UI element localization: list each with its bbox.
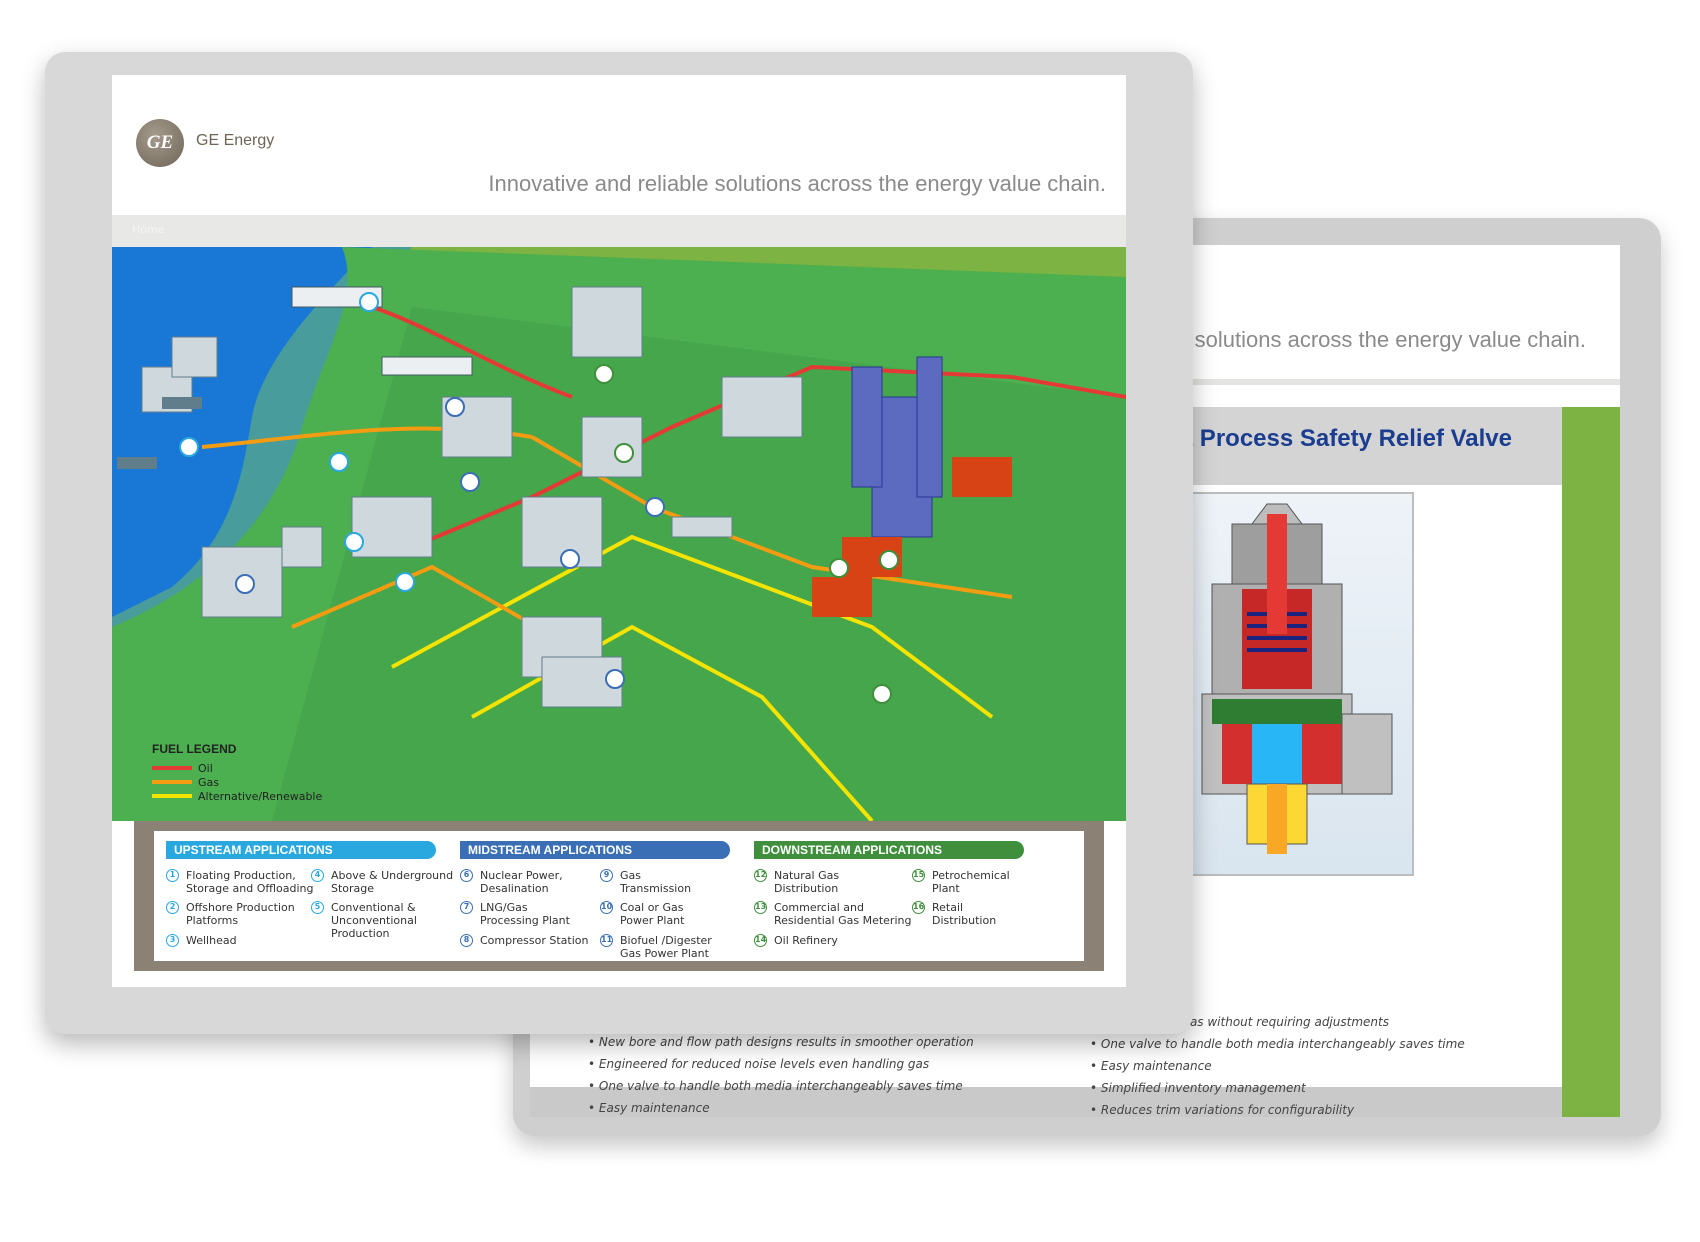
number-badge: 12	[754, 869, 767, 882]
list-item: • Easy maintenance	[588, 1101, 710, 1115]
number-badge: 2	[166, 901, 179, 914]
back-tagline: solutions across the energy value chain.	[1194, 327, 1586, 352]
fuel-legend: FUEL LEGEND Oil Gas Alternative/Renewabl…	[152, 742, 322, 803]
number-badge: 1	[166, 869, 179, 882]
number-badge: 13	[754, 901, 767, 914]
upstream-header: UPSTREAM APPLICATIONS	[166, 841, 436, 859]
number-badge: 15	[912, 869, 925, 882]
legend-label: Gas	[198, 775, 219, 789]
number-badge: 3	[166, 934, 179, 947]
legend-item-renewable: Alternative/Renewable	[152, 789, 322, 803]
gas-swatch	[152, 780, 192, 784]
upstream-column: UPSTREAM APPLICATIONS 1 Floating Product…	[166, 841, 453, 947]
number-badge: 11	[600, 934, 613, 947]
number-badge: 6	[460, 869, 473, 882]
app-label: Nuclear Power, Desalination	[480, 869, 563, 895]
list-item: • Easy maintenance	[1090, 1059, 1212, 1073]
breadcrumb: Home	[112, 215, 1126, 247]
app-label: Compressor Station	[480, 934, 589, 947]
breadcrumb-home-link[interactable]: Home	[132, 223, 164, 236]
downstream-header: DOWNSTREAM APPLICATIONS	[754, 841, 1024, 859]
legend-item-oil: Oil	[152, 761, 322, 775]
app-label: Natural Gas Distribution	[774, 869, 840, 895]
front-window-page: GE GE Energy Innovative and reliable sol…	[112, 75, 1126, 987]
app-label: Conventional & Unconventional Production	[331, 901, 417, 940]
downstream-column: DOWNSTREAM APPLICATIONS 12 Natural Gas Di…	[754, 841, 1024, 947]
legend-item-gas: Gas	[152, 775, 322, 789]
legend-label: Oil	[198, 761, 213, 775]
app-label: Coal or Gas Power Plant	[620, 901, 685, 927]
brand-name: GE Energy	[196, 132, 275, 149]
app-label: Above & Underground Storage	[331, 869, 454, 895]
applications-panel: UPSTREAM APPLICATIONS 1 Floating Product…	[134, 821, 1104, 971]
midstream-column: MIDSTREAM APPLICATIONS 6 Nuclear Power, D…	[460, 841, 730, 960]
number-badge: 14	[754, 934, 767, 947]
app-label: Wellhead	[186, 934, 237, 947]
renewable-swatch	[152, 794, 192, 798]
midstream-header: MIDSTREAM APPLICATIONS	[460, 841, 730, 859]
number-badge: 8	[460, 934, 473, 947]
legend-title: FUEL LEGEND	[152, 742, 237, 756]
number-badge: 10	[600, 901, 613, 914]
app-label: Biofuel /Digester Gas Power Plant	[620, 934, 712, 960]
list-item: • New bore and flow path designs results…	[588, 1035, 974, 1049]
page-tagline: Innovative and reliable solutions across…	[488, 171, 1106, 196]
oil-swatch	[152, 766, 192, 770]
number-badge: 7	[460, 901, 473, 914]
page-header: GE GE Energy Innovative and reliable sol…	[112, 75, 1126, 215]
feature-list-left: • New bore and flow path designs results…	[588, 1035, 974, 1117]
app-label: Oil Refinery	[774, 934, 838, 947]
app-label: Petrochemical Plant	[932, 869, 1010, 895]
list-item: • Reduces trim variations for configurab…	[1090, 1103, 1355, 1117]
app-label: Commercial and Residential Gas Metering	[774, 901, 912, 927]
map-illustration	[112, 247, 1126, 821]
number-badge: 16	[912, 901, 925, 914]
legend-label: Alternative/Renewable	[198, 789, 323, 803]
list-item: • Engineered for reduced noise levels ev…	[588, 1057, 930, 1071]
number-badge: 5	[311, 901, 324, 914]
ge-logo-icon[interactable]: GE	[136, 119, 184, 167]
app-label: Gas Transmission	[620, 869, 692, 895]
app-label: Retail Distribution	[932, 901, 997, 927]
number-badge: 9	[600, 869, 613, 882]
applications-inner: UPSTREAM APPLICATIONS 1 Floating Product…	[154, 831, 1084, 961]
number-badge: 4	[311, 869, 324, 882]
energy-value-chain-map: FUEL LEGEND Oil Gas Alternative/Renewabl…	[112, 247, 1126, 821]
app-label: LNG/Gas Processing Plant	[480, 901, 570, 927]
list-item: • One valve to handle both media interch…	[588, 1079, 963, 1093]
list-item: • One valve to handle both media interch…	[1090, 1037, 1465, 1051]
app-label: Floating Production, Storage and Offloadi…	[186, 869, 314, 895]
app-label: Offshore Production Platforms	[186, 901, 295, 927]
list-item: • Simplified inventory management	[1090, 1081, 1306, 1095]
